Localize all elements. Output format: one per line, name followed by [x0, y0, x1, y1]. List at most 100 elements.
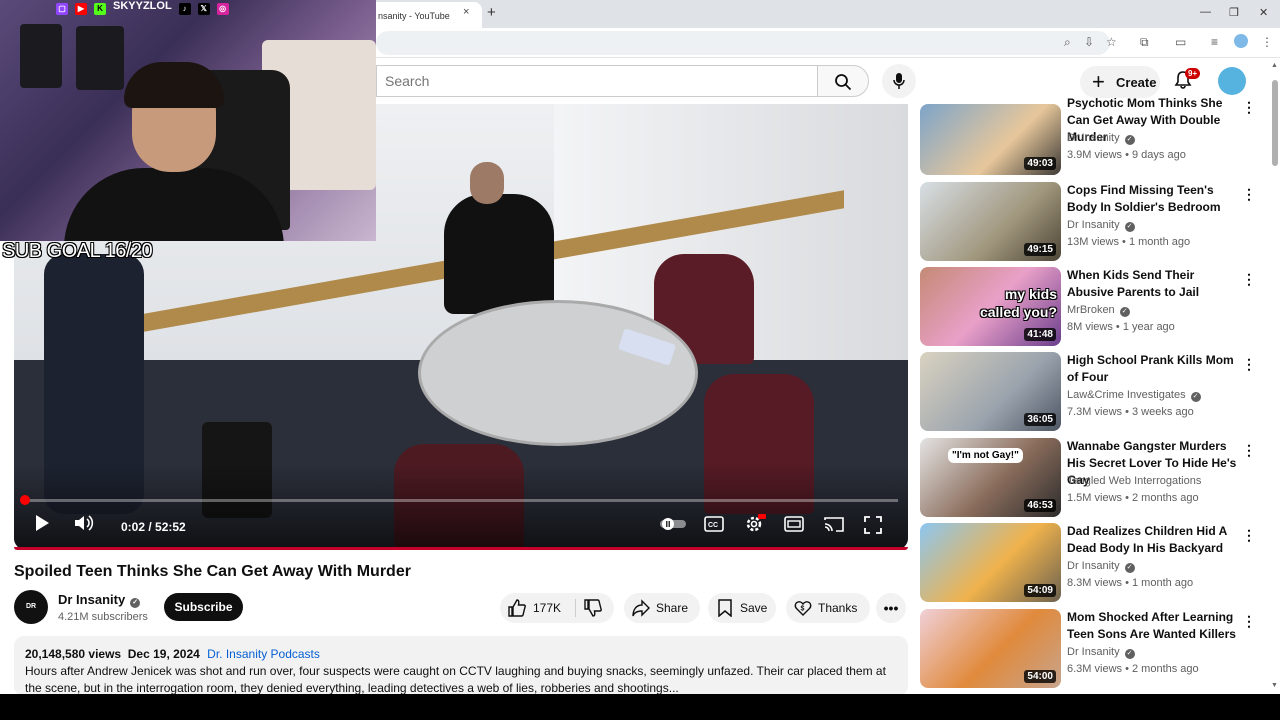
- reading-list-icon[interactable]: ≡: [1211, 35, 1218, 49]
- more-options-icon[interactable]: ⋮: [1242, 528, 1256, 542]
- minimize-icon[interactable]: —: [1200, 6, 1211, 18]
- dislike-thumb-down-icon[interactable]: [584, 599, 602, 617]
- more-actions-button[interactable]: •••: [876, 593, 906, 623]
- recommendation-age: 1 year ago: [1122, 321, 1175, 333]
- recommendation-channel[interactable]: Dr Insanity ✓: [1067, 132, 1135, 145]
- video-thumbnail[interactable]: 49:03: [920, 104, 1061, 175]
- fullscreen-icon[interactable]: [864, 516, 882, 534]
- share-arrow-icon: [632, 599, 650, 617]
- video-thumbnail[interactable]: "I'm not Gay!" 46:53: [920, 438, 1061, 517]
- cast-icon[interactable]: [824, 516, 844, 532]
- recommendation-stats: 13M views • 1 month ago: [1067, 236, 1191, 248]
- svg-text:CC: CC: [708, 522, 718, 529]
- recommendation-item[interactable]: 36:05 High School Prank Kills Mom of Fou…: [920, 352, 1260, 432]
- recommendation-title[interactable]: Cops Find Missing Teen's Body In Soldier…: [1067, 182, 1237, 216]
- video-duration: 49:15: [1024, 243, 1056, 256]
- svg-text:$: $: [801, 606, 805, 613]
- recommendation-channel-name: Law&Crime Investigates: [1067, 389, 1186, 401]
- create-button[interactable]: + Create: [1080, 66, 1160, 98]
- progress-bar[interactable]: [24, 499, 898, 502]
- youtube-icon: ▶: [75, 3, 87, 15]
- like-count[interactable]: 177K: [533, 593, 561, 623]
- scrollbar-thumb[interactable]: [1272, 80, 1278, 166]
- scroll-up-arrow-icon[interactable]: ▲: [1271, 62, 1278, 69]
- recommendation-channel-name: Dr Insanity: [1067, 560, 1120, 572]
- settings-gear-icon[interactable]: [744, 514, 766, 534]
- restore-icon[interactable]: ❐: [1229, 6, 1239, 19]
- recommendation-age: 2 months ago: [1132, 663, 1199, 675]
- save-button[interactable]: Save: [708, 593, 776, 623]
- share-button[interactable]: Share: [624, 593, 700, 623]
- more-options-icon[interactable]: ⋮: [1242, 443, 1256, 457]
- recommendation-channel-name: Dr Insanity: [1067, 132, 1120, 144]
- recommendation-title[interactable]: High School Prank Kills Mom of Four: [1067, 352, 1237, 386]
- recommendation-stats: 3.9M views • 9 days ago: [1067, 149, 1186, 161]
- more-options-icon[interactable]: ⋮: [1242, 272, 1256, 286]
- tab-close-icon[interactable]: ×: [463, 6, 469, 18]
- video-thumbnail[interactable]: 54:09: [920, 523, 1061, 602]
- close-window-icon[interactable]: ✕: [1259, 6, 1268, 19]
- progress-scrubber[interactable]: [20, 495, 30, 505]
- recommendation-channel[interactable]: Dr Insanity ✓: [1067, 219, 1135, 232]
- more-options-icon[interactable]: ⋮: [1242, 187, 1256, 201]
- video-thumbnail[interactable]: my kids called you? 41:48: [920, 267, 1061, 346]
- recommendation-title[interactable]: Dad Realizes Children Hid A Dead Body In…: [1067, 523, 1237, 557]
- captions-icon[interactable]: CC: [704, 516, 724, 532]
- video-thumbnail[interactable]: 49:15: [920, 182, 1061, 261]
- recommendation-title[interactable]: When Kids Send Their Abusive Parents to …: [1067, 267, 1237, 301]
- recommendation-channel[interactable]: Dr Insanity ✓: [1067, 646, 1135, 659]
- recommendation-channel[interactable]: Tangled Web Interrogations: [1067, 475, 1201, 487]
- thanks-button[interactable]: $ Thanks: [786, 593, 870, 623]
- miniplayer-icon[interactable]: [784, 516, 804, 532]
- recommendation-item[interactable]: 54:00 Mom Shocked After Learning Teen So…: [920, 609, 1260, 689]
- recommendation-channel[interactable]: Dr Insanity ✓: [1067, 560, 1135, 573]
- recommendation-title[interactable]: Mom Shocked After Learning Teen Sons Are…: [1067, 609, 1237, 643]
- more-options-icon[interactable]: ⋮: [1242, 100, 1256, 114]
- recommendation-channel[interactable]: MrBroken ✓: [1067, 304, 1130, 317]
- install-icon[interactable]: ⇩: [1084, 35, 1094, 49]
- more-options-icon[interactable]: ⋮: [1242, 614, 1256, 628]
- address-bar[interactable]: [376, 31, 1110, 55]
- video-duration: 41:48: [1024, 328, 1056, 341]
- video-thumbnail[interactable]: 54:00: [920, 609, 1061, 688]
- subscribe-button[interactable]: Subscribe: [164, 593, 243, 621]
- account-avatar[interactable]: [1218, 67, 1246, 95]
- more-options-icon[interactable]: ⋮: [1242, 357, 1256, 371]
- scroll-down-arrow-icon[interactable]: ▼: [1271, 682, 1278, 689]
- video-duration: 36:05: [1024, 413, 1056, 426]
- tiktok-icon: ♪: [178, 3, 191, 15]
- search-input[interactable]: [376, 65, 818, 97]
- cast-tab-icon[interactable]: ▭: [1175, 35, 1186, 49]
- extensions-icon[interactable]: ⧉: [1140, 35, 1149, 50]
- browser-profile-icon[interactable]: [1234, 34, 1248, 48]
- video-thumbnail[interactable]: 36:05: [920, 352, 1061, 431]
- playlist-link[interactable]: Dr. Insanity Podcasts: [207, 647, 320, 661]
- zoom-icon[interactable]: ⌕: [1064, 35, 1071, 50]
- recommendation-item[interactable]: 54:09 Dad Realizes Children Hid A Dead B…: [920, 523, 1260, 603]
- new-tab-icon[interactable]: +: [487, 4, 496, 21]
- channel-avatar[interactable]: DR INSANITY: [14, 590, 48, 644]
- recommendation-item[interactable]: my kids called you? 41:48 When Kids Send…: [920, 267, 1260, 347]
- recommendation-views: 13M views: [1067, 236, 1119, 248]
- verified-badge-icon: ✓: [1124, 135, 1135, 145]
- screen-bottom-edge: [0, 694, 1280, 720]
- video-duration: 54:00: [1024, 670, 1056, 683]
- recommendation-item[interactable]: "I'm not Gay!" 46:53 Wannabe Gangster Mu…: [920, 438, 1260, 518]
- controls-gradient: [14, 464, 908, 550]
- thumbnail-caption: "I'm not Gay!": [948, 448, 1023, 463]
- verified-badge-icon: ✓: [1190, 392, 1201, 402]
- autoplay-toggle-icon[interactable]: [660, 517, 686, 531]
- voice-search-button[interactable]: [882, 64, 916, 98]
- view-count: 20,148,580 views: [25, 647, 122, 661]
- bookmark-star-icon[interactable]: ☆: [1106, 35, 1117, 49]
- like-thumb-up-icon[interactable]: [508, 599, 526, 617]
- recommendation-item[interactable]: 49:03 Psychotic Mom Thinks She Can Get A…: [920, 96, 1260, 176]
- search-button[interactable]: [817, 65, 869, 97]
- volume-icon[interactable]: [74, 514, 96, 532]
- channel-name[interactable]: Dr Insanity ✓: [58, 592, 141, 608]
- browser-menu-icon[interactable]: ⋮: [1261, 35, 1273, 49]
- play-icon[interactable]: [34, 514, 50, 532]
- verified-badge-icon: ✓: [130, 598, 141, 608]
- recommendation-item[interactable]: 49:15 Cops Find Missing Teen's Body In S…: [920, 182, 1260, 262]
- recommendation-channel[interactable]: Law&Crime Investigates ✓: [1067, 389, 1201, 402]
